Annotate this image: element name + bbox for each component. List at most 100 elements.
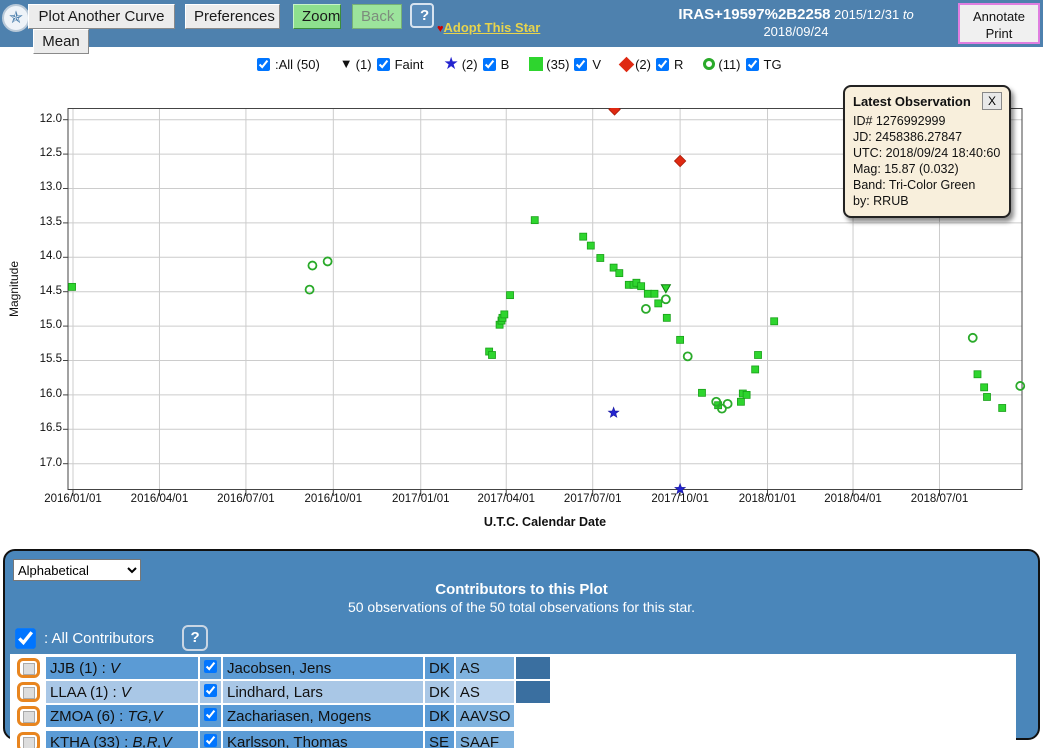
contributor-checkbox[interactable] xyxy=(204,684,217,697)
band-legend: :All (50) ▼(1)Faint★(2)B(35)V(2)R(11)TG xyxy=(255,52,782,76)
zoom-button[interactable]: Zoom xyxy=(293,4,341,29)
data-point-V[interactable] xyxy=(752,366,759,373)
data-point-V[interactable] xyxy=(531,217,538,224)
data-point-V[interactable] xyxy=(698,389,705,396)
y-tick-label: 13.0 xyxy=(26,181,62,193)
contributor-checkbox[interactable] xyxy=(204,734,217,747)
data-point-V[interactable] xyxy=(677,336,684,343)
data-point-V[interactable] xyxy=(597,254,604,261)
data-point-V[interactable] xyxy=(488,351,495,358)
sort-order-select[interactable]: Alphabetical xyxy=(13,559,141,581)
data-point-TG[interactable] xyxy=(308,262,316,270)
contributors-help-button[interactable]: ? xyxy=(182,625,208,651)
band-label: TG xyxy=(764,57,782,72)
band-label: Faint xyxy=(395,57,424,72)
data-point-TG[interactable] xyxy=(1016,382,1024,390)
data-point-V[interactable] xyxy=(655,300,662,307)
x-tick-label: 2016/04/01 xyxy=(123,493,195,505)
y-tick-label: 16.5 xyxy=(26,422,62,434)
row-separator-cell xyxy=(516,681,550,703)
y-tick-label: 12.5 xyxy=(26,147,62,159)
legend-item-b: ★(2)B xyxy=(443,57,509,72)
tooltip-close-button[interactable]: X xyxy=(982,92,1002,110)
contributors-subtitle: 50 observations of the 50 total observat… xyxy=(5,599,1038,615)
tooltip-line: by: RRUB xyxy=(853,193,1002,209)
band-checkbox-b[interactable] xyxy=(483,58,496,71)
data-point-V[interactable] xyxy=(644,290,651,297)
star-title-block: IRAS+19597%2B2258 2015/12/31 to 2018/09/… xyxy=(650,6,942,40)
adopt-this-star: ♥Adopt This Star xyxy=(437,20,540,35)
date-range-end: 2018/09/24 xyxy=(763,24,828,39)
data-point-V[interactable] xyxy=(743,391,750,398)
legend-item-faint: ▼(1)Faint xyxy=(340,57,424,72)
data-point-V[interactable] xyxy=(663,314,670,321)
contributor-code: LLAA (1) : V xyxy=(46,681,198,703)
preferences-button[interactable]: Preferences xyxy=(185,4,280,29)
data-point-V[interactable] xyxy=(507,292,514,299)
data-point-TG[interactable] xyxy=(324,257,332,265)
data-point-V[interactable] xyxy=(755,351,762,358)
contributor-name: Karlsson, Thomas xyxy=(223,731,423,748)
data-point-V[interactable] xyxy=(974,371,981,378)
help-button[interactable]: ? xyxy=(410,3,434,28)
contributor-checkbox[interactable] xyxy=(204,708,217,721)
y-tick-label: 15.0 xyxy=(26,319,62,331)
header-bar: ✯ Plot Another Curve Preferences Zoom Ba… xyxy=(0,0,1043,47)
data-point-B[interactable] xyxy=(608,407,618,417)
contributor-country: DK xyxy=(425,657,454,679)
open-circle-icon xyxy=(703,58,715,70)
all-contributors-checkbox[interactable] xyxy=(15,628,36,649)
band-checkbox-v[interactable] xyxy=(574,58,587,71)
all-bands-checkbox[interactable] xyxy=(257,58,270,71)
data-point-TG[interactable] xyxy=(642,305,650,313)
y-tick-label: 15.5 xyxy=(26,353,62,365)
data-point-V[interactable] xyxy=(580,233,587,240)
band-checkbox-r[interactable] xyxy=(656,58,669,71)
data-point-V[interactable] xyxy=(651,290,658,297)
tooltip-line: UTC: 2018/09/24 18:40:60 xyxy=(853,145,1002,161)
contributor-toggle-button[interactable] xyxy=(17,732,40,748)
x-tick-label: 2017/07/01 xyxy=(557,493,629,505)
contributor-name: Jacobsen, Jens xyxy=(223,657,423,679)
data-point-R[interactable] xyxy=(609,108,620,115)
band-checkbox-faint[interactable] xyxy=(377,58,390,71)
data-point-V[interactable] xyxy=(737,398,744,405)
adopt-this-star-link[interactable]: Adopt This Star xyxy=(444,20,541,35)
tooltip-line: JD: 2458386.27847 xyxy=(853,129,1002,145)
star-icon: ★ xyxy=(443,57,458,71)
contributor-country: DK xyxy=(425,681,454,703)
contributor-toggle-button[interactable] xyxy=(17,706,40,726)
data-point-V[interactable] xyxy=(587,242,594,249)
contributor-checkbox[interactable] xyxy=(204,660,217,673)
mean-button[interactable]: Mean xyxy=(33,29,89,54)
data-point-V[interactable] xyxy=(983,393,990,400)
contributor-toggle-button[interactable] xyxy=(17,682,40,702)
data-point-R[interactable] xyxy=(674,155,685,166)
band-count: (2) xyxy=(462,57,478,72)
back-button[interactable]: Back xyxy=(352,4,402,29)
tooltip-title: Latest Observation xyxy=(853,94,971,109)
tooltip-line: ID# 1276992999 xyxy=(853,113,1002,129)
legend-item-v: (35)V xyxy=(529,57,601,72)
data-point-V[interactable] xyxy=(501,311,508,318)
data-point-V[interactable] xyxy=(771,318,778,325)
data-point-V[interactable] xyxy=(69,283,76,290)
contributor-code: ZMOA (6) : TG,V xyxy=(46,705,198,727)
data-point-TG[interactable] xyxy=(662,295,670,303)
band-checkbox-tg[interactable] xyxy=(746,58,759,71)
data-point-TG[interactable] xyxy=(724,400,732,408)
contributor-org: SAAF xyxy=(456,731,515,748)
plot-another-curve-button[interactable]: Plot Another Curve xyxy=(28,4,175,29)
contributor-toggle-button[interactable] xyxy=(17,658,40,678)
data-point-V[interactable] xyxy=(999,404,1006,411)
data-point-TG[interactable] xyxy=(684,352,692,360)
data-point-V[interactable] xyxy=(638,283,645,290)
data-point-TG[interactable] xyxy=(306,286,314,294)
star-name: IRAS+19597%2B2258 xyxy=(678,6,830,23)
contributor-name: Lindhard, Lars xyxy=(223,681,423,703)
y-tick-label: 14.0 xyxy=(26,250,62,262)
annotate-print-button[interactable]: Annotate Print xyxy=(958,3,1040,44)
data-point-V[interactable] xyxy=(616,270,623,277)
data-point-V[interactable] xyxy=(981,384,988,391)
data-point-TG[interactable] xyxy=(969,334,977,342)
